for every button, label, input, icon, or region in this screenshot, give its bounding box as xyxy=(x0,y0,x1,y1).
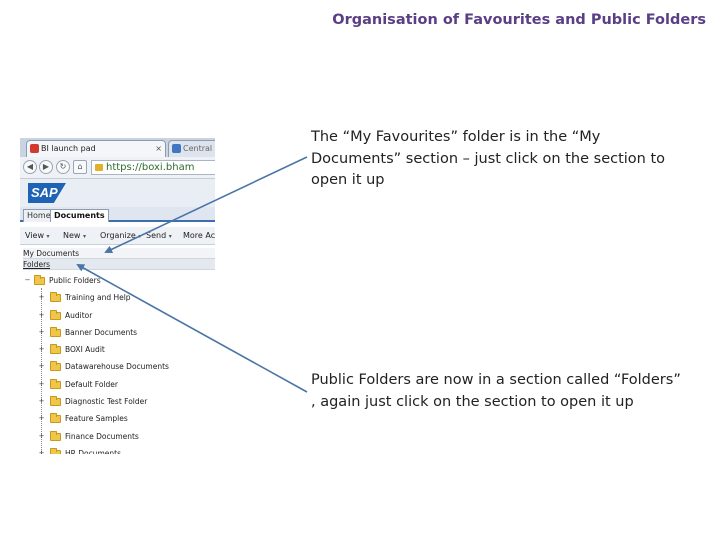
chevron-down-icon: ▾ xyxy=(168,233,172,240)
section-folders[interactable]: Folders xyxy=(23,259,215,270)
slide-title: Organisation of Favourites and Public Fo… xyxy=(332,12,706,28)
folder-icon xyxy=(50,396,61,407)
url-text: https://boxi.bham xyxy=(106,162,195,173)
tree-item[interactable]: + Diagnostic Test Folder xyxy=(20,393,215,410)
tree-item-label: Feature Samples xyxy=(65,414,128,424)
tree-item-label: Auditor xyxy=(65,310,93,320)
collapse-icon[interactable]: − xyxy=(24,277,31,284)
browser-tab-label: BI launch pad xyxy=(41,144,96,153)
expand-icon[interactable]: + xyxy=(38,346,45,353)
expand-icon[interactable]: + xyxy=(38,432,45,440)
tree-item[interactable]: + Datawarehouse Documents xyxy=(20,358,215,375)
back-arrow-icon[interactable]: ◀ xyxy=(23,160,37,174)
expand-icon[interactable]: + xyxy=(38,363,45,370)
tree-item-label: BOXI Audit xyxy=(65,345,105,355)
close-icon[interactable]: × xyxy=(155,141,162,156)
expand-icon[interactable]: + xyxy=(38,380,45,388)
tree-item[interactable]: + Auditor xyxy=(20,307,215,324)
folder-icon xyxy=(50,326,61,337)
folder-icon xyxy=(50,413,61,424)
folder-icon xyxy=(50,292,61,303)
caption-public-folders: Public Folders are now in a section call… xyxy=(311,372,681,410)
organize-menu[interactable]: Organize ▾ xyxy=(100,231,141,242)
expand-icon[interactable]: + xyxy=(38,328,45,336)
tree-item-label: Finance Documents xyxy=(65,431,139,441)
section-my-documents[interactable]: My Documents xyxy=(23,248,215,259)
tree-item[interactable]: + Default Folder xyxy=(20,376,215,393)
new-menu[interactable]: New ▾ xyxy=(63,231,86,242)
folder-tree: − Public Folders + Training and Help + A… xyxy=(20,272,215,454)
sap-favicon-icon xyxy=(30,144,39,153)
browser-screenshot: BI launch pad × Central ◀ ▶ ↻ ⌂ https://… xyxy=(20,138,215,454)
chevron-down-icon: ▾ xyxy=(46,233,50,240)
tree-item[interactable]: + Feature Samples xyxy=(20,410,215,427)
sap-logo: SAP xyxy=(28,183,66,203)
tree-item[interactable]: + HR Documents xyxy=(20,445,215,454)
documents-toolbar: View ▾ New ▾ Organize ▾ Send ▾ More Act xyxy=(20,227,215,245)
browser-tab-bar: BI launch pad × Central xyxy=(20,138,215,157)
tree-item[interactable]: + Banner Documents xyxy=(20,324,215,341)
view-menu-label: View xyxy=(25,231,44,240)
tree-item[interactable]: + Finance Documents xyxy=(20,428,215,445)
tree-item-label: Training and Help xyxy=(65,293,131,303)
organize-menu-label: Organize xyxy=(100,231,136,240)
home-icon[interactable]: ⌂ xyxy=(73,160,87,174)
send-menu[interactable]: Send ▾ xyxy=(146,231,172,242)
new-menu-label: New xyxy=(63,231,81,240)
expand-icon[interactable]: + xyxy=(38,398,45,405)
tree-item-public-folders[interactable]: − Public Folders xyxy=(20,272,215,289)
lock-icon xyxy=(95,164,103,171)
tab-documents[interactable]: Documents xyxy=(50,209,109,222)
folder-icon xyxy=(50,309,61,320)
send-menu-label: Send xyxy=(146,231,167,240)
tree-item-label: Default Folder xyxy=(65,379,118,389)
more-actions-menu[interactable]: More Act xyxy=(183,231,215,241)
folder-icon xyxy=(50,378,61,389)
address-bar: ◀ ▶ ↻ ⌂ https://boxi.bham xyxy=(20,157,215,179)
folder-icon xyxy=(50,430,61,441)
expand-icon[interactable]: + xyxy=(38,449,45,454)
caption-my-favourites: The “My Favourites” folder is in the “My… xyxy=(311,129,666,188)
ie-favicon-icon xyxy=(172,144,181,153)
browser-tab-bi-launch-pad[interactable]: BI launch pad × xyxy=(26,140,166,157)
browser-tab-central[interactable]: Central xyxy=(168,140,215,157)
url-field[interactable]: https://boxi.bham xyxy=(91,160,215,175)
view-menu[interactable]: View ▾ xyxy=(25,231,50,242)
folder-icon xyxy=(34,275,45,285)
forward-arrow-icon[interactable]: ▶ xyxy=(39,160,53,174)
folder-icon xyxy=(50,361,61,372)
folder-icon xyxy=(50,344,61,355)
tree-item-label: Datawarehouse Documents xyxy=(65,362,169,372)
expand-icon[interactable]: + xyxy=(38,294,45,301)
browser-tab-label: Central xyxy=(183,144,213,153)
chevron-down-icon: ▾ xyxy=(138,233,142,240)
expand-icon[interactable]: + xyxy=(38,415,45,422)
sap-header: SAP xyxy=(20,179,215,207)
tree-item-label: Diagnostic Test Folder xyxy=(65,397,148,407)
tree-item-label: Banner Documents xyxy=(65,327,138,337)
tree-item[interactable]: + Training and Help xyxy=(20,289,215,306)
tree-item-label: Public Folders xyxy=(49,276,101,285)
tree-item[interactable]: + BOXI Audit xyxy=(20,341,215,358)
app-tab-bar: Home Documents xyxy=(20,207,215,222)
tree-item-label: HR Documents xyxy=(65,448,121,454)
expand-icon[interactable]: + xyxy=(38,311,45,319)
folder-icon xyxy=(50,447,61,454)
more-actions-label: More Act xyxy=(183,231,215,240)
chevron-down-icon: ▾ xyxy=(83,233,87,240)
reload-icon[interactable]: ↻ xyxy=(56,160,70,174)
